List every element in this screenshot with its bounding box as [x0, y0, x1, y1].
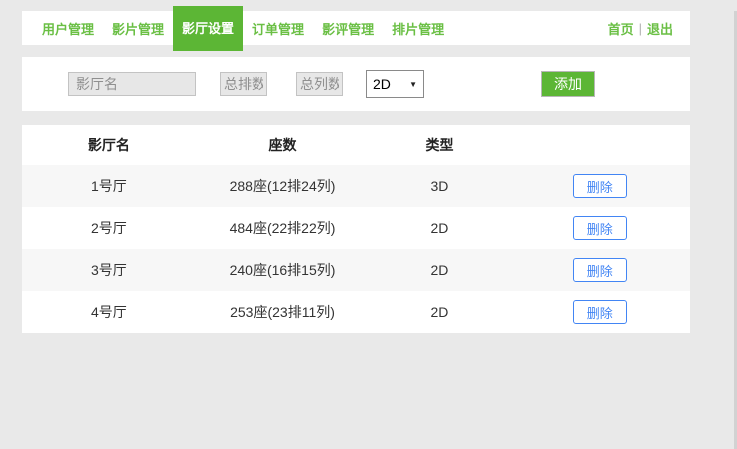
logout-link[interactable]: 退出 — [647, 19, 673, 38]
nav-item-order-management[interactable]: 订单管理 — [243, 19, 313, 38]
header-actions — [510, 125, 690, 165]
nav-item-schedule-management[interactable]: 排片管理 — [383, 19, 453, 38]
page-content: 用户管理 影片管理 影厅设置 订单管理 影评管理 排片管理 首页 | 退出 2D… — [22, 11, 690, 333]
add-hall-form: 2D ▼ 添加 — [22, 57, 690, 111]
hall-type-selected-value: 2D — [373, 76, 391, 92]
header-hall-name: 影厅名 — [22, 125, 196, 165]
delete-button[interactable]: 删除 — [573, 300, 627, 324]
cell-hall-name: 3号厅 — [22, 249, 196, 291]
nav-separator: | — [639, 21, 642, 36]
hall-type-select[interactable]: 2D ▼ — [366, 70, 424, 98]
cell-seats: 240座(16排15列) — [196, 249, 370, 291]
header-type: 类型 — [369, 125, 509, 165]
table-row: 4号厅 253座(23排11列) 2D 删除 — [22, 291, 690, 333]
cell-hall-name: 1号厅 — [22, 165, 196, 207]
cell-seats: 253座(23排11列) — [196, 291, 370, 333]
table-row: 1号厅 288座(12排24列) 3D 删除 — [22, 165, 690, 207]
cell-type: 2D — [369, 249, 509, 291]
cell-type: 2D — [369, 291, 509, 333]
dropdown-arrow-icon: ▼ — [409, 80, 417, 89]
nav-item-review-management[interactable]: 影评管理 — [313, 19, 383, 38]
cell-hall-name: 4号厅 — [22, 291, 196, 333]
nav-item-movie-management[interactable]: 影片管理 — [103, 19, 173, 38]
nav-right-links: 首页 | 退出 — [608, 19, 690, 38]
delete-button[interactable]: 删除 — [573, 174, 627, 198]
nav-item-hall-settings[interactable]: 影厅设置 — [173, 6, 243, 51]
total-cols-input[interactable] — [296, 72, 343, 96]
cell-type: 2D — [369, 207, 509, 249]
halls-table: 影厅名 座数 类型 1号厅 288座(12排24列) 3D 删除 2号厅 484… — [22, 125, 690, 333]
delete-button[interactable]: 删除 — [573, 216, 627, 240]
top-nav: 用户管理 影片管理 影厅设置 订单管理 影评管理 排片管理 首页 | 退出 — [22, 11, 690, 45]
total-rows-input[interactable] — [220, 72, 267, 96]
table-row: 3号厅 240座(16排15列) 2D 删除 — [22, 249, 690, 291]
hall-name-input[interactable] — [68, 72, 196, 96]
delete-button[interactable]: 删除 — [573, 258, 627, 282]
cell-hall-name: 2号厅 — [22, 207, 196, 249]
cell-type: 3D — [369, 165, 509, 207]
cell-seats: 484座(22排22列) — [196, 207, 370, 249]
home-link[interactable]: 首页 — [608, 19, 634, 38]
table-header-row: 影厅名 座数 类型 — [22, 125, 690, 165]
add-button[interactable]: 添加 — [541, 71, 595, 97]
nav-item-user-management[interactable]: 用户管理 — [33, 19, 103, 38]
table-row: 2号厅 484座(22排22列) 2D 删除 — [22, 207, 690, 249]
header-seats: 座数 — [196, 125, 370, 165]
cell-seats: 288座(12排24列) — [196, 165, 370, 207]
halls-table-panel: 影厅名 座数 类型 1号厅 288座(12排24列) 3D 删除 2号厅 484… — [22, 125, 690, 333]
